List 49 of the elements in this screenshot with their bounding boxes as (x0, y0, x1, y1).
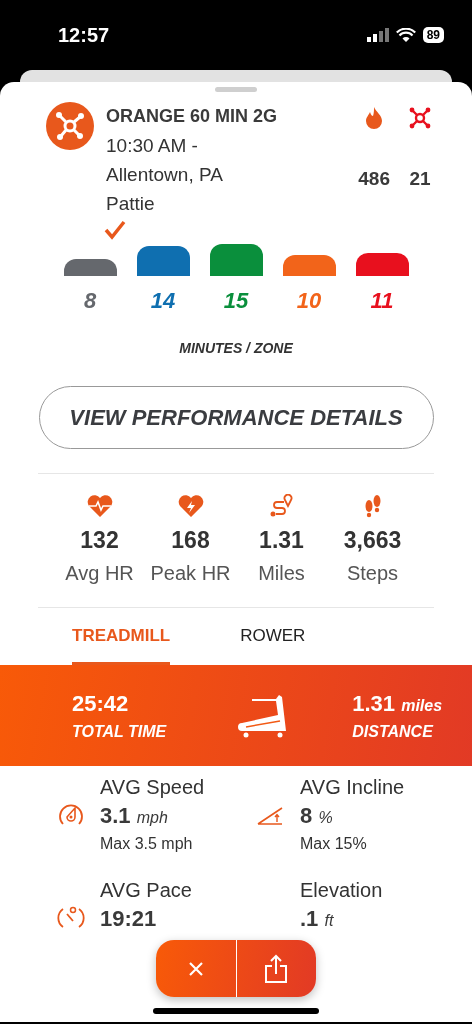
metric-title: AVG Pace (100, 879, 193, 902)
performance-details-button[interactable]: VIEW PERFORMANCE DETAILS (38, 386, 434, 449)
metric-value: 3.1 mph (100, 803, 169, 829)
stat-value: 168 (171, 527, 210, 554)
stat-value: 1.31 (259, 527, 304, 554)
metric-title: AVG Incline (300, 776, 406, 799)
class-title: ORANGE 60 MIN 2G (106, 105, 279, 128)
distance-label: DISTANCE (352, 722, 435, 741)
status-time: 12:57 (58, 23, 110, 47)
zone-minutes: 8 (83, 288, 97, 314)
zone-minutes: 10 (296, 288, 322, 314)
stat-label: Avg HR (65, 562, 134, 585)
close-icon (187, 960, 204, 977)
battery-level: 89 (422, 27, 444, 43)
signal-icon (366, 28, 389, 42)
stat-value: 132 (80, 527, 119, 554)
stat-label: Miles (258, 562, 305, 585)
calories-value: 486 (358, 168, 390, 191)
metric-value: 8 % (300, 803, 334, 829)
share-icon (264, 953, 289, 984)
class-location: Allentown, PA (106, 163, 224, 187)
stat-label: Peak HR (150, 562, 231, 585)
metric-max: Max 3.5 mph (100, 835, 194, 853)
metric-title: AVG Speed (100, 776, 206, 799)
splat-icon (408, 106, 432, 130)
zones-caption: MINUTES / ZONE (178, 340, 294, 356)
metric-value: .1 ft (300, 906, 335, 932)
equipment-tab[interactable]: ROWER (240, 626, 306, 665)
flame-icon (364, 106, 385, 130)
class-time: 10:30 AM - (106, 134, 199, 158)
total-time-value: 25:42 (72, 690, 130, 717)
coach-name: Pattie (106, 192, 156, 216)
metric-title: Elevation (300, 879, 384, 902)
total-time-label: TOTAL TIME (72, 722, 167, 741)
metric-max: Max 15% (300, 835, 368, 853)
distance-value: 1.31 miles (352, 690, 443, 717)
heart-pulse-icon (85, 494, 114, 518)
stat-label: Steps (346, 562, 399, 585)
zone-minutes: 15 (223, 288, 249, 314)
stat-value: 3,663 (343, 527, 402, 554)
logo-icon (46, 102, 94, 150)
heart-bolt-icon (176, 494, 205, 518)
sheet-handle[interactable] (215, 87, 257, 92)
wifi-icon (395, 27, 416, 43)
zone-minutes: 11 (370, 288, 394, 314)
zone-minutes: 14 (150, 288, 176, 314)
splat-points-value: 21 (409, 168, 431, 191)
checkmark-icon (104, 220, 126, 240)
metric-value: 19:21 (100, 906, 158, 932)
